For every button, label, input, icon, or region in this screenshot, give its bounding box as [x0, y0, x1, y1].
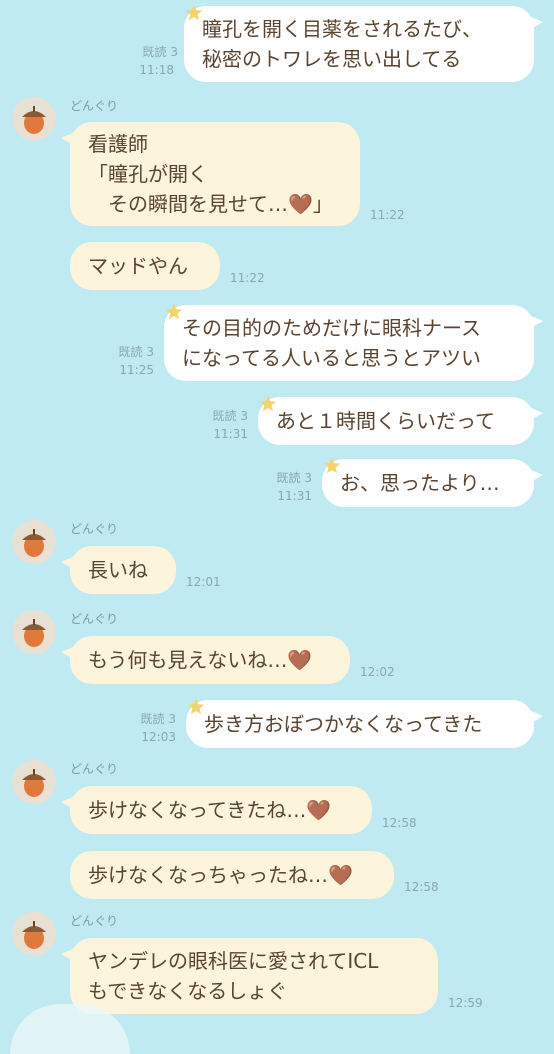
timestamp: 11:22: [230, 271, 265, 285]
message-bubble-incoming[interactable]: 歩けなくなっちゃったね…🤎: [70, 851, 394, 899]
message-bubble-incoming[interactable]: もう何も見えないね…🤎: [61, 636, 350, 684]
acorn-icon: [22, 619, 46, 647]
read-receipt: 既読 3: [276, 471, 312, 485]
star-icon: [259, 395, 277, 412]
timestamp: 11:31: [213, 427, 248, 441]
star-icon: [187, 698, 205, 715]
timestamp: 12:01: [186, 575, 221, 589]
timestamp: 12:59: [448, 996, 483, 1010]
sender-name: どんぐり: [70, 522, 119, 536]
message-bubble-incoming[interactable]: 長いね: [61, 546, 176, 594]
timestamp: 12:02: [360, 665, 395, 679]
avatar-acorn[interactable]: [12, 520, 56, 564]
timestamp: 12:03: [141, 730, 176, 744]
star-icon: [185, 4, 203, 21]
message-bubble-outgoing[interactable]: お、思ったより…: [322, 459, 543, 507]
timestamp: 11:18: [139, 63, 174, 77]
star-icon: [323, 457, 341, 474]
avatar-acorn[interactable]: [12, 912, 56, 956]
star-icon: [165, 303, 183, 320]
acorn-icon: [22, 921, 46, 949]
avatar-acorn[interactable]: [12, 760, 56, 804]
message-bubble-incoming[interactable]: マッドやん: [70, 242, 220, 290]
message-bubble-outgoing[interactable]: その目的のためだけに眼科ナース になってる人いると思うとアツい: [164, 305, 543, 381]
timestamp: 11:22: [370, 208, 405, 222]
read-receipt: 既読 3: [140, 712, 176, 726]
message-bubble-incoming[interactable]: 歩けなくなってきたね…🤎: [61, 786, 372, 834]
avatar-acorn[interactable]: [12, 610, 56, 654]
timestamp: 12:58: [382, 816, 417, 830]
acorn-icon: [22, 106, 46, 134]
read-receipt: 既読 3: [212, 409, 248, 423]
timestamp: 11:25: [119, 363, 154, 377]
message-bubble-outgoing[interactable]: 歩き方おぼつかなくなってきた: [186, 700, 543, 748]
sender-name: どんぐり: [70, 99, 119, 113]
read-receipt: 既読 3: [118, 345, 154, 359]
sender-name: どんぐり: [70, 762, 119, 776]
sender-name: どんぐり: [70, 612, 119, 626]
message-bubble-incoming[interactable]: 看護師 「瞳孔が開く その瞬間を見せて…🤎」: [61, 122, 360, 226]
timestamp: 12:58: [404, 880, 439, 894]
acorn-icon: [22, 529, 46, 557]
message-bubble-outgoing[interactable]: あと１時間くらいだって: [258, 397, 543, 445]
read-receipt: 既読 3: [142, 45, 178, 59]
message-bubble-outgoing[interactable]: 瞳孔を開く目薬をされるたび、 秘密のトワレを思い出してる: [184, 6, 543, 82]
sender-name: どんぐり: [70, 914, 119, 928]
message-bubble-incoming[interactable]: ヤンデレの眼科医に愛されてICL もできなくなるしょぐ: [61, 938, 438, 1014]
acorn-icon: [22, 769, 46, 797]
avatar-acorn[interactable]: [12, 97, 56, 141]
timestamp: 11:31: [277, 489, 312, 503]
